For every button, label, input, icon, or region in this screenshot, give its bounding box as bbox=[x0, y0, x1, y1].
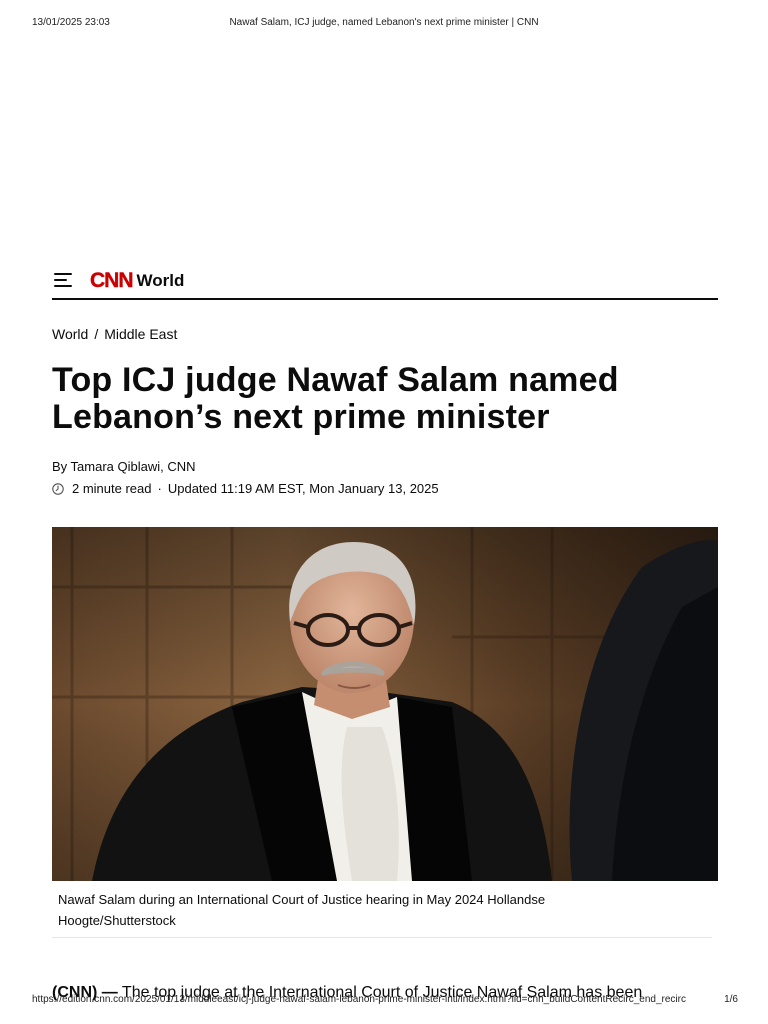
print-footer: https://edition.cnn.com/2025/01/13/middl… bbox=[32, 994, 738, 1008]
hero-image bbox=[52, 527, 718, 881]
read-time: 2 minute read bbox=[72, 481, 152, 496]
section-label: World bbox=[136, 271, 185, 290]
article-meta: 2 minute read · Updated 11:19 AM EST, Mo… bbox=[52, 481, 439, 496]
breadcrumb-separator: / bbox=[94, 326, 99, 342]
meta-separator: · bbox=[157, 481, 162, 496]
cnn-world-logo-link[interactable]: CNN World bbox=[90, 269, 185, 293]
hamburger-menu-icon[interactable] bbox=[54, 272, 72, 287]
caption-divider bbox=[52, 937, 712, 938]
hero-photo-illustration bbox=[52, 527, 718, 881]
article-headline: Top ICJ judge Nawaf Salam named Lebanon’… bbox=[52, 361, 619, 436]
image-caption: Nawaf Salam during an International Cour… bbox=[58, 892, 546, 928]
breadcrumb-middle-east[interactable]: Middle East bbox=[104, 326, 177, 342]
print-header: 13/01/2025 23:03 Nawaf Salam, ICJ judge,… bbox=[32, 17, 736, 31]
cnn-logo: CNN bbox=[90, 269, 134, 292]
print-url: https://edition.cnn.com/2025/01/13/middl… bbox=[32, 994, 686, 1005]
breadcrumb: World / Middle East bbox=[52, 326, 177, 342]
print-page-number: 1/6 bbox=[724, 994, 738, 1005]
updated-timestamp: Updated 11:19 AM EST, Mon January 13, 20… bbox=[167, 481, 439, 496]
article-byline: By Tamara Qiblawi, CNN bbox=[52, 459, 196, 474]
site-navbar: CNN World bbox=[52, 266, 718, 300]
print-document-title: Nawaf Salam, ICJ judge, named Lebanon's … bbox=[229, 17, 539, 28]
breadcrumb-world[interactable]: World bbox=[52, 326, 88, 342]
clock-icon bbox=[52, 482, 64, 495]
